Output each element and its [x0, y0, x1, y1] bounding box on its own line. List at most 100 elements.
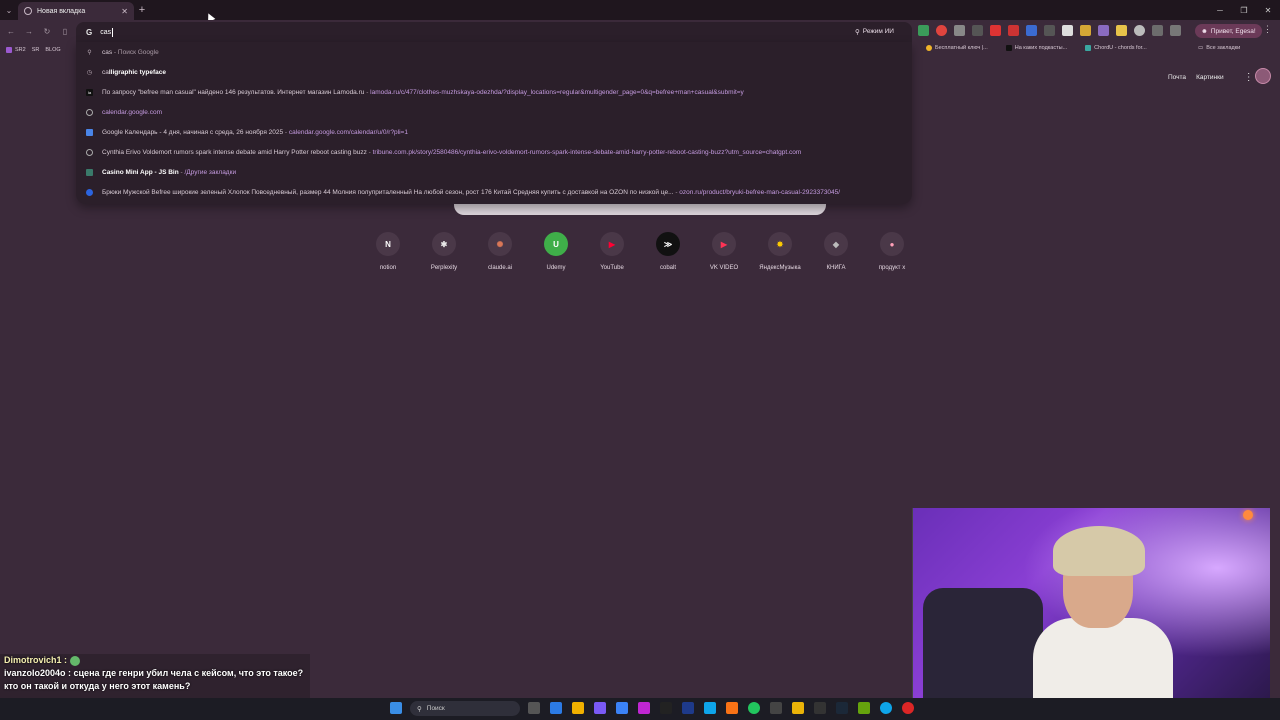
app-icon[interactable]: [770, 702, 782, 714]
extension-shield-icon[interactable]: [918, 25, 929, 36]
app-icon[interactable]: [572, 702, 584, 714]
bookmark-sr2[interactable]: SR2: [6, 47, 26, 53]
bookmark-label: На каких подкасты...: [1014, 45, 1068, 51]
extension-youtube-icon[interactable]: [1008, 25, 1019, 36]
bookmark-icon: [86, 168, 93, 176]
text-caret: [112, 27, 114, 37]
taskbar-apps: [528, 702, 914, 714]
reload-icon[interactable]: ↻: [38, 23, 56, 41]
extension-download-icon[interactable]: [1152, 25, 1163, 36]
shortcut-product-x[interactable]: ● продукт х: [864, 232, 920, 271]
all-bookmarks-label: Все закладки: [1206, 45, 1241, 51]
app-icon[interactable]: [550, 702, 562, 714]
address-input[interactable]: cas: [100, 29, 111, 36]
task-view-icon[interactable]: [528, 702, 540, 714]
shortcut-glyph: ✱: [440, 239, 448, 249]
shortcut-yandex-music[interactable]: ✸ ЯндексМузыка: [752, 232, 808, 271]
bookmark-blog[interactable]: BLOG: [45, 47, 60, 53]
shortcut-perplexity[interactable]: ✱ Perplexity: [416, 232, 472, 271]
app-icon[interactable]: [858, 702, 870, 714]
steam-icon[interactable]: [836, 702, 848, 714]
suggestion-item[interactable]: ◷ calligraphic typeface: [76, 62, 912, 82]
suggestion-item[interactable]: Брюки Мужской Befree широкие зеленый Хло…: [76, 182, 912, 202]
suggestion-url: calendar.google.com: [102, 108, 162, 116]
app-icon[interactable]: [726, 702, 738, 714]
vscode-icon[interactable]: [704, 702, 716, 714]
shortcut-udemy[interactable]: U Udemy: [528, 232, 584, 271]
chat-message: ivanzolo2004o : сцена где генри убил чел…: [4, 668, 304, 678]
shortcut-cobalt[interactable]: ≫ cobalt: [640, 232, 696, 271]
start-icon[interactable]: [390, 702, 402, 714]
extension-purple-icon[interactable]: [1098, 25, 1109, 36]
extensions-puzzle-icon[interactable]: [1170, 25, 1181, 36]
tab-search-icon[interactable]: ⌄: [0, 0, 18, 20]
extension-circle-icon[interactable]: [1134, 25, 1145, 36]
minimize-icon[interactable]: ─: [1208, 0, 1232, 20]
app-icon[interactable]: [660, 702, 672, 714]
extension-record-icon[interactable]: [990, 25, 1001, 36]
address-bar[interactable]: G cas: [76, 22, 912, 42]
extension-monitor-icon[interactable]: [954, 25, 965, 36]
shortcut-label: продукт х: [878, 265, 906, 271]
app-icon[interactable]: [814, 702, 826, 714]
suggestion-item[interactable]: calendar.google.com: [76, 102, 912, 122]
all-bookmarks-button[interactable]: ▭ Все закладки: [1198, 45, 1240, 51]
tab-new[interactable]: Новая вкладка ✕: [18, 2, 134, 20]
extension-puzzle-icon[interactable]: [1044, 25, 1055, 36]
extension-gold-icon[interactable]: [1116, 25, 1127, 36]
shortcut-kniga[interactable]: ◆ КНИГА: [808, 232, 864, 271]
google-top-links: Почта Картинки ⋮⋮: [1168, 72, 1264, 83]
taskbar-search[interactable]: ⚲ Поиск: [410, 701, 520, 716]
bookmark-chordu[interactable]: ChordU - chords for...: [1085, 45, 1147, 51]
suggestion-item[interactable]: Cynthia Erivo Voldemort rumors spark int…: [76, 142, 912, 162]
chat-badge-icon: [70, 655, 81, 666]
menu-icon[interactable]: ⋮: [1263, 24, 1272, 35]
suggestion-item[interactable]: Google Календарь - 4 дня, начиная с сред…: [76, 122, 912, 142]
side-panel-icon[interactable]: ▯: [56, 23, 74, 41]
folder-icon[interactable]: [792, 702, 804, 714]
shortcut-claude[interactable]: ✺ claude.ai: [472, 232, 528, 271]
app-icon[interactable]: [594, 702, 606, 714]
shortcut-tiles: Nnotion ✱ Perplexity ✺ claude.ai U Udemy ▶ Y…: [360, 232, 920, 271]
telegram-icon[interactable]: [880, 702, 892, 714]
app-icon[interactable]: [616, 702, 628, 714]
suggestion-item[interactable]: Casino Mini App - JS Bin - /Другие закла…: [76, 162, 912, 182]
extension-grey-icon[interactable]: [972, 25, 983, 36]
close-tab-icon[interactable]: ✕: [121, 7, 128, 16]
extension-square-icon[interactable]: [1062, 25, 1073, 36]
forward-icon[interactable]: →: [20, 23, 38, 41]
account-avatar[interactable]: [1255, 68, 1271, 84]
maximize-icon[interactable]: ❐: [1232, 0, 1256, 20]
profile-button[interactable]: ☻ Привет, Egesa!: [1195, 24, 1262, 38]
extension-blue-icon[interactable]: [1026, 25, 1037, 36]
shortcut-youtube[interactable]: ▶ YouTube: [584, 232, 640, 271]
youtube-icon: ▶: [600, 232, 624, 256]
shortcut-label: Perplexity: [430, 265, 458, 271]
suggestion-item[interactable]: ⚲ cas - Поиск Google: [76, 42, 912, 62]
app-icon[interactable]: [682, 702, 694, 714]
mail-link[interactable]: Почта: [1168, 74, 1186, 81]
chrome-icon[interactable]: [748, 702, 760, 714]
bookmark-podcasts[interactable]: На каких подкасты...: [1005, 45, 1068, 51]
shortcut-label: notion: [379, 265, 397, 271]
images-link[interactable]: Картинки: [1196, 74, 1224, 81]
extensions-row: [918, 25, 1181, 36]
suggestion-url: calendar.google.com/calendar/u/0/r?pli=1: [288, 128, 408, 136]
back-icon[interactable]: ←: [2, 23, 20, 41]
shortcut-vk-video[interactable]: ▶ VK VIDEO: [696, 232, 752, 271]
extension-yellow-icon[interactable]: [1080, 25, 1091, 36]
shortcut-label: cobalt: [659, 265, 676, 271]
bookmark-label: SR2: [15, 47, 26, 53]
close-window-icon[interactable]: ✕: [1256, 0, 1280, 20]
app-icon[interactable]: [902, 702, 914, 714]
suggestion-item[interactable]: la По запросу "befree man casual" найден…: [76, 82, 912, 102]
ai-mode-button[interactable]: ⚲ Режим ИИ: [855, 25, 894, 38]
extension-red-icon[interactable]: [936, 25, 947, 36]
new-tab-button[interactable]: +: [134, 4, 150, 16]
bookmark-sr[interactable]: SR: [32, 47, 40, 53]
webcam-person-body: [1033, 618, 1173, 708]
bookmark-key[interactable]: Бесплатный ключ |...: [926, 45, 988, 51]
suggestion-url: /Другие закладки: [184, 168, 237, 176]
shortcut-notion[interactable]: Nnotion: [360, 232, 416, 271]
app-icon[interactable]: [638, 702, 650, 714]
